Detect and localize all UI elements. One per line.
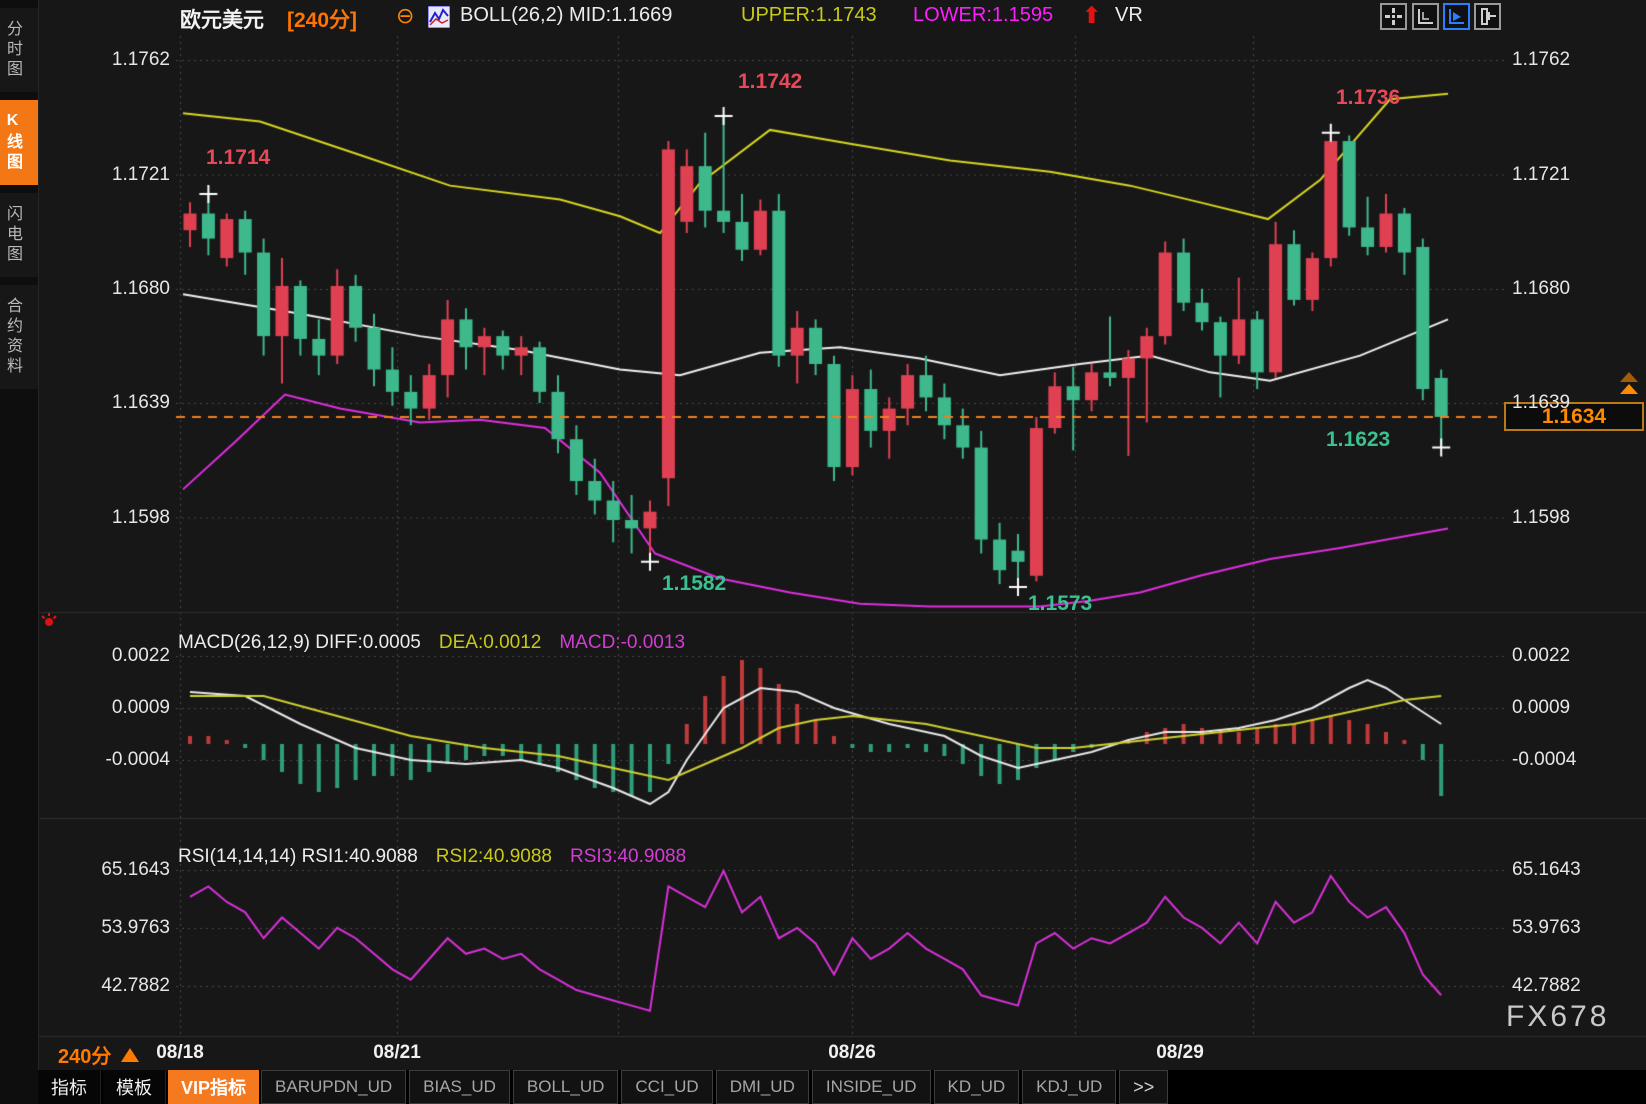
axis-auto-fit-icon[interactable] xyxy=(1443,3,1470,30)
price-tick-right: 1.1680 xyxy=(1512,278,1570,300)
price-tick-left: 1.1762 xyxy=(4,49,170,71)
up-arrow-icon: ⬆ xyxy=(1082,2,1101,29)
macd-tick-right: -0.0004 xyxy=(1512,749,1576,771)
date-label: 08/18 xyxy=(156,1042,204,1064)
watermark: FX678 xyxy=(1506,1000,1609,1034)
collapse-indicator-icon[interactable]: ⊖ xyxy=(396,4,414,28)
header: 欧元美元 [240分] ⊖ BOLL(26,2) MID:1.1669 UPPE… xyxy=(0,0,1646,34)
rsi-tick-left: 65.1643 xyxy=(4,859,170,881)
macd-header: MACD(26,12,9) DIFF:0.0005 DEA:0.0012 MACD:… xyxy=(178,632,685,654)
date-label: 08/29 xyxy=(1156,1042,1204,1064)
footer-tab-12[interactable]: >> xyxy=(1119,1070,1168,1104)
macd-tick-left: 0.0009 xyxy=(4,697,170,719)
rsi-tick-left: 42.7882 xyxy=(4,975,170,997)
footer-tab-1[interactable]: 指标 xyxy=(38,1070,101,1104)
footer-tab-9[interactable]: INSIDE_UD xyxy=(812,1070,931,1104)
price-tick-right: 1.1639 xyxy=(1512,392,1570,414)
footer-tab-8[interactable]: DMI_UD xyxy=(716,1070,809,1104)
price-tick-right: 1.1598 xyxy=(1512,507,1570,529)
boll-upper-label: UPPER:1.1743 xyxy=(741,4,877,27)
rsi2-label: RSI2:40.9088 xyxy=(436,846,552,867)
symbol-title: 欧元美元 xyxy=(180,4,264,34)
footer-tab-10[interactable]: KD_UD xyxy=(934,1070,1020,1104)
interval-badge[interactable]: [240分] xyxy=(287,4,357,34)
rsi-tick-right: 42.7882 xyxy=(1512,975,1581,997)
price-tick-left: 1.1639 xyxy=(4,392,170,414)
sidebar-item-4[interactable]: 合约资料 xyxy=(0,285,38,389)
macd-label: MACD(26,12,9) DIFF:0.0005 xyxy=(178,632,421,653)
boll-indicator-label: BOLL(26,2) MID:1.1669 xyxy=(460,4,672,27)
macd-tick-left: 0.0022 xyxy=(4,645,170,667)
right-margin-icon[interactable] xyxy=(1474,3,1501,30)
price-annotation: 1.1582 xyxy=(662,572,726,596)
triangle-up-icon xyxy=(121,1048,139,1062)
axis-scale-icon[interactable] xyxy=(1412,3,1439,30)
price-tick-left: 1.1680 xyxy=(4,278,170,300)
price-annotation: 1.1623 xyxy=(1326,428,1390,452)
date-label: 08/26 xyxy=(828,1042,876,1064)
sidebar-item-3[interactable]: 闪电图 xyxy=(0,193,38,277)
price-annotation: 1.1573 xyxy=(1028,592,1092,616)
price-annotation: 1.1736 xyxy=(1336,86,1400,110)
price-alert-arrow-icon xyxy=(1620,384,1638,394)
rsi1-label: RSI(14,14,14) RSI1:40.9088 xyxy=(178,846,418,867)
rsi-tick-left: 53.9763 xyxy=(4,917,170,939)
macd-tick-left: -0.0004 xyxy=(4,749,170,771)
macd-dea-label: DEA:0.0012 xyxy=(439,632,541,653)
price-annotation: 1.1714 xyxy=(206,146,270,170)
price-tick-right: 1.1721 xyxy=(1512,164,1570,186)
rsi-header: RSI(14,14,14) RSI1:40.9088 RSI2:40.9088 RS… xyxy=(178,846,686,868)
footer-tab-6[interactable]: BOLL_UD xyxy=(513,1070,618,1104)
rsi3-label: RSI3:40.9088 xyxy=(570,846,686,867)
macd-tick-right: 0.0022 xyxy=(1512,645,1570,667)
footer-tab-bar: 指标模板VIP指标BARUPDN_UDBIAS_UDBOLL_UDCCI_UDD… xyxy=(38,1070,1646,1104)
vr-indicator-label[interactable]: VR xyxy=(1115,4,1143,27)
price-tick-right: 1.1762 xyxy=(1512,49,1570,71)
price-annotation: 1.1742 xyxy=(738,70,802,94)
footer-tab-2[interactable]: 模板 xyxy=(103,1070,166,1104)
footer-tab-5[interactable]: BIAS_UD xyxy=(409,1070,510,1104)
rsi-tick-right: 65.1643 xyxy=(1512,859,1581,881)
date-label: 08/21 xyxy=(373,1042,421,1064)
rsi-tick-right: 53.9763 xyxy=(1512,917,1581,939)
macd-value-label: MACD:-0.0013 xyxy=(559,632,685,653)
footer-tab-11[interactable]: KDJ_UD xyxy=(1022,1070,1116,1104)
footer-tab-4[interactable]: BARUPDN_UD xyxy=(261,1070,406,1104)
chart-type-icon xyxy=(428,6,450,34)
price-tick-left: 1.1721 xyxy=(4,164,170,186)
interval-footer-chip[interactable]: 240分 xyxy=(58,1040,139,1069)
boll-lower-label: LOWER:1.1595 xyxy=(913,4,1053,27)
footer-tab-3[interactable]: VIP指标 xyxy=(168,1070,259,1104)
macd-tick-right: 0.0009 xyxy=(1512,697,1570,719)
pan-crosshair-icon[interactable] xyxy=(1380,3,1407,30)
price-tick-left: 1.1598 xyxy=(4,507,170,529)
trading-terminal: 分时图K线图闪电图合约资料 欧元美元 [240分] ⊖ BOLL(26,2) M… xyxy=(0,0,1646,1104)
footer-tab-7[interactable]: CCI_UD xyxy=(621,1070,712,1104)
alert-icon[interactable] xyxy=(40,612,58,630)
